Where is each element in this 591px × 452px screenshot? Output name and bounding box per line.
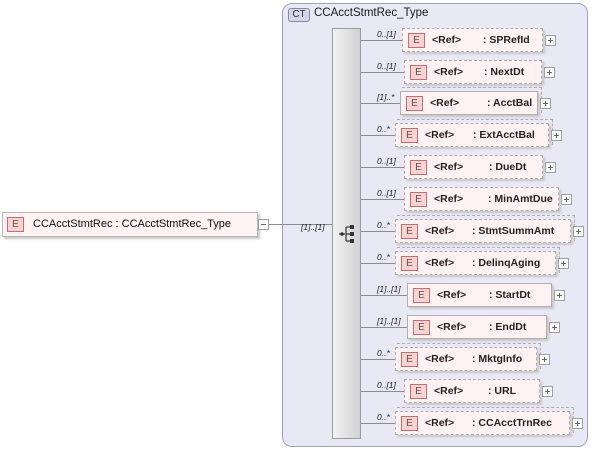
element-badge: E — [410, 384, 427, 399]
element-ref-label: <Ref> — [425, 129, 455, 141]
element-name: : DelinqAging — [472, 257, 541, 269]
child-connector — [361, 167, 404, 168]
element-name: : StmtSummAmt — [472, 225, 555, 237]
element-name: : URL — [488, 385, 516, 397]
element-badge: E — [401, 256, 418, 271]
element-badge: E — [406, 96, 423, 111]
child-multiplicity: 0..* — [377, 348, 390, 358]
element-ref-label: <Ref> — [425, 417, 455, 429]
element-ref-label: <Ref> — [432, 34, 462, 46]
element-badge: E — [413, 320, 430, 335]
child-connector — [361, 103, 400, 104]
element-badge: E — [413, 288, 430, 303]
child-connector — [361, 359, 395, 360]
expand-toggle[interactable] — [542, 386, 553, 397]
expand-toggle[interactable] — [554, 290, 565, 301]
element-badge: E — [401, 128, 418, 143]
element-badge: E — [410, 192, 427, 207]
expand-toggle[interactable] — [549, 322, 560, 333]
element-ref-label: <Ref> — [434, 66, 464, 78]
element-name: : EndDt — [489, 321, 527, 333]
element-ref-label: <Ref> — [425, 353, 455, 365]
element-name: : CCAcctTrnRec — [472, 417, 552, 429]
element-ref-label: <Ref> — [430, 97, 460, 109]
element-badge: E — [401, 352, 418, 367]
expand-toggle[interactable] — [544, 67, 555, 78]
child-connector — [361, 231, 395, 232]
expand-toggle[interactable] — [545, 35, 556, 46]
element-ref-label: <Ref> — [425, 225, 455, 237]
element-badge: E — [410, 160, 427, 175]
expand-toggle[interactable] — [540, 98, 551, 109]
child-connector — [361, 40, 402, 41]
child-multiplicity: 0..* — [377, 124, 390, 134]
child-connector — [361, 135, 395, 136]
child-multiplicity: [1]..* — [377, 92, 395, 102]
root-element-badge: E — [7, 217, 24, 232]
sequence-icon — [339, 225, 354, 243]
child-multiplicity: 0..* — [377, 252, 390, 262]
element-name: : SPRefId — [483, 34, 530, 46]
child-connector — [361, 295, 407, 296]
root-multiplicity: [1]..[1] — [301, 222, 325, 232]
child-connector — [361, 423, 395, 424]
element-ref-label: <Ref> — [434, 161, 464, 173]
element-ref-label: <Ref> — [437, 289, 467, 301]
element-ref-label: <Ref> — [434, 385, 464, 397]
child-multiplicity: 0..* — [377, 220, 390, 230]
child-connector — [361, 263, 395, 264]
child-connector — [361, 72, 404, 73]
expand-toggle[interactable] — [545, 162, 556, 173]
element-badge: E — [401, 416, 418, 431]
child-multiplicity: 0..[1] — [377, 29, 396, 39]
element-ref-label: <Ref> — [425, 257, 455, 269]
expand-toggle[interactable] — [539, 354, 550, 365]
complex-type-badge: CT — [288, 8, 310, 22]
element-name: : MinAmtDue — [488, 193, 553, 205]
expand-toggle[interactable] — [572, 418, 583, 429]
element-badge: E — [410, 65, 427, 80]
element-name: : MktgInfo — [472, 353, 523, 365]
expand-toggle[interactable] — [551, 130, 562, 141]
element-badge: E — [401, 224, 418, 239]
expand-toggle[interactable] — [561, 194, 572, 205]
element-name: : DueDt — [489, 161, 527, 173]
element-name: : ExtAcctBal — [473, 129, 535, 141]
child-multiplicity: [1]..[1] — [377, 316, 401, 326]
child-connector — [361, 327, 407, 328]
element-ref-label: <Ref> — [437, 321, 467, 333]
child-connector — [361, 199, 404, 200]
root-element-label: CCAcctStmtRec : CCAcctStmtRec_Type — [33, 218, 232, 230]
child-multiplicity: [1]..[1] — [377, 284, 401, 294]
element-ref-label: <Ref> — [434, 193, 464, 205]
child-multiplicity: 0..[1] — [377, 61, 396, 71]
element-badge: E — [408, 33, 425, 48]
expand-toggle[interactable] — [558, 258, 569, 269]
complex-type-title: CCAcctStmtRec_Type — [314, 7, 429, 19]
child-connector — [361, 391, 404, 392]
expand-toggle[interactable] — [573, 226, 584, 237]
element-name: : StartDt — [489, 289, 531, 301]
element-name: : AcctBal — [487, 97, 533, 109]
element-name: : NextDt — [484, 66, 525, 78]
child-multiplicity: 0..[1] — [377, 156, 396, 166]
child-multiplicity: 0..* — [377, 412, 390, 422]
root-collapse-toggle[interactable] — [258, 219, 269, 230]
child-multiplicity: 0..[1] — [377, 380, 396, 390]
child-multiplicity: 0..[1] — [377, 188, 396, 198]
